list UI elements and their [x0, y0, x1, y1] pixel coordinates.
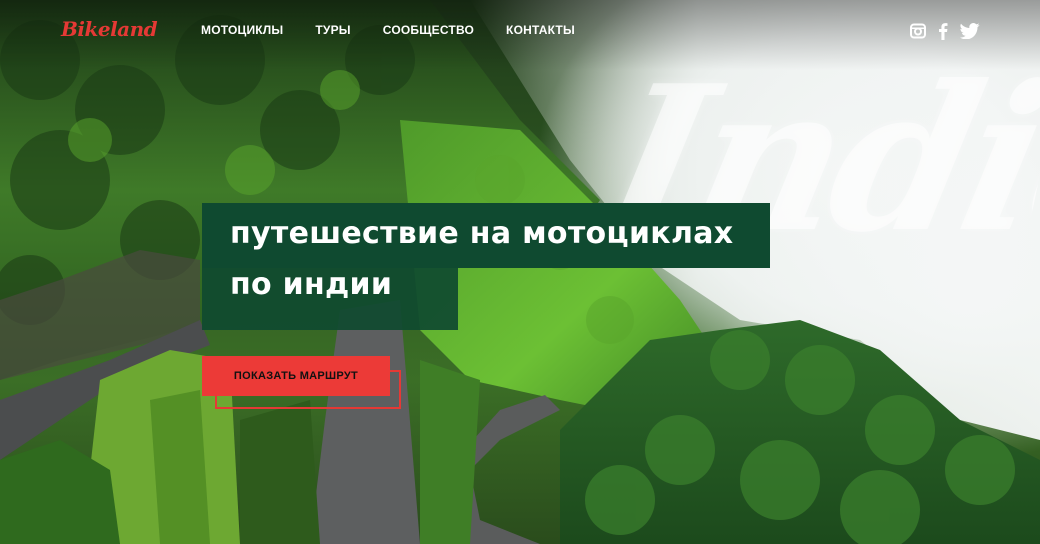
nav-item-motorcycles[interactable]: МОТОЦИКЛЫ [201, 23, 283, 37]
facebook-icon[interactable] [938, 22, 948, 45]
instagram-icon[interactable] [910, 23, 926, 44]
nav-item-community[interactable]: СООБЩЕСТВО [383, 23, 474, 37]
site-header: Bikeland МОТОЦИКЛЫ ТУРЫ СООБЩЕСТВО КОНТА… [0, 0, 1040, 60]
hero-headline-line1: путешествие на мотоциклах [230, 216, 734, 251]
main-nav: МОТОЦИКЛЫ ТУРЫ СООБЩЕСТВО КОНТАКТЫ [201, 23, 607, 37]
twitter-icon[interactable] [959, 23, 980, 44]
social-links [910, 22, 980, 45]
bikeland-logo[interactable]: Bikeland [61, 17, 158, 41]
nav-item-tours[interactable]: ТУРЫ [315, 23, 350, 37]
show-route-button[interactable]: ПОКАЗАТЬ МАРШРУТ [202, 356, 390, 396]
hero-headline-line2: по индии [230, 267, 393, 302]
nav-item-contacts[interactable]: КОНТАКТЫ [506, 23, 575, 37]
